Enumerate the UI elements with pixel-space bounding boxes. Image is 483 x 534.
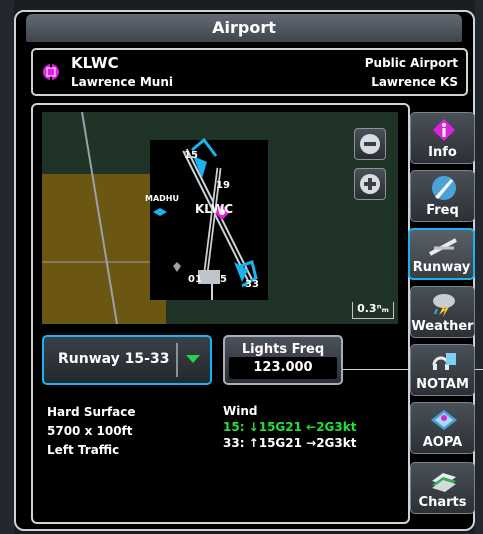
weather-icon: [433, 294, 455, 317]
notam-icon: [432, 353, 456, 370]
runway-info: Hard Surface 5700 x 100ft Left Traffic: [47, 403, 136, 460]
runway-icon: [429, 238, 457, 256]
runway-01-label: 01: [188, 274, 202, 285]
runway-surface: Hard Surface: [47, 405, 136, 419]
zoom-out-button[interactable]: [354, 128, 386, 160]
airport-map[interactable]: 15 19 MADHU KLWC 01 5 33: [42, 112, 398, 324]
tab-runway-label: Runway: [412, 260, 471, 275]
runway-33-label: 33: [245, 279, 259, 290]
zoom-in-button[interactable]: [354, 168, 386, 200]
wind-label: Wind: [223, 404, 258, 418]
lights-freq-button[interactable]: Lights Freq 123.000: [223, 335, 343, 385]
background-left-strip: [0, 0, 14, 534]
runway-15-label: 15: [184, 150, 198, 161]
wind-runway-15: 15: ↓15G21 ←2G3kt: [223, 420, 357, 434]
tab-aopa-label: AOPA: [422, 435, 463, 450]
wind-info: Wind 15: ↓15G21 ←2G3kt 33: ↑15G21 →2G3kt: [223, 403, 356, 451]
runway-19-label: 19: [216, 180, 230, 191]
runway-select-label: Runway 15-33: [58, 351, 170, 367]
runway-traffic: Left Traffic: [47, 443, 120, 457]
tab-charts[interactable]: Charts: [410, 462, 475, 514]
map-scale: 0.3ⁿₘ: [352, 302, 394, 319]
fix-label: MADHU: [145, 194, 179, 203]
runway-5-label: 5: [220, 274, 227, 285]
tab-charts-label: Charts: [418, 495, 467, 510]
tab-notam[interactable]: NOTAM: [410, 344, 475, 396]
tab-aopa[interactable]: AOPA: [410, 402, 475, 454]
lights-freq-title: Lights Freq: [241, 342, 325, 357]
chevron-down-icon: [186, 355, 200, 363]
runway-dimensions: 5700 x 100ft: [47, 424, 133, 438]
airport-name: Lawrence Muni: [71, 75, 173, 89]
charts-icon: [432, 473, 456, 492]
info-icon: [433, 119, 455, 141]
background-right-strip: [475, 0, 483, 534]
aopa-icon: [431, 410, 457, 430]
map-canvas: [42, 112, 398, 324]
airport-location: Lawrence KS: [371, 75, 458, 89]
wind-runway-33: 33: ↑15G21 →2G3kt: [223, 436, 357, 450]
tab-weather[interactable]: Weather: [410, 286, 475, 338]
airport-type: Public Airport: [364, 56, 458, 70]
tab-freq[interactable]: Freq: [410, 170, 475, 222]
select-divider: [176, 343, 178, 377]
tab-freq-label: Freq: [426, 203, 459, 218]
tab-weather-label: Weather: [411, 319, 474, 334]
window-title: Airport: [26, 14, 462, 42]
minus-circle-icon: [360, 134, 380, 154]
airport-header: KLWC Lawrence Muni Public Airport Lawren…: [31, 48, 468, 96]
lights-freq-value: 123.000: [229, 357, 337, 379]
tab-runway[interactable]: Runway: [408, 228, 475, 280]
tab-notam-label: NOTAM: [416, 377, 469, 392]
airport-ident: KLWC: [71, 54, 119, 72]
tab-info[interactable]: Info: [410, 112, 475, 164]
frequency-icon: [432, 176, 456, 200]
tab-info-label: Info: [428, 145, 457, 160]
airport-symbol-icon: [43, 63, 59, 81]
runway-select[interactable]: Runway 15-33: [42, 335, 212, 385]
plus-circle-icon: [360, 174, 380, 194]
airport-map-label: KLWC: [195, 202, 234, 216]
